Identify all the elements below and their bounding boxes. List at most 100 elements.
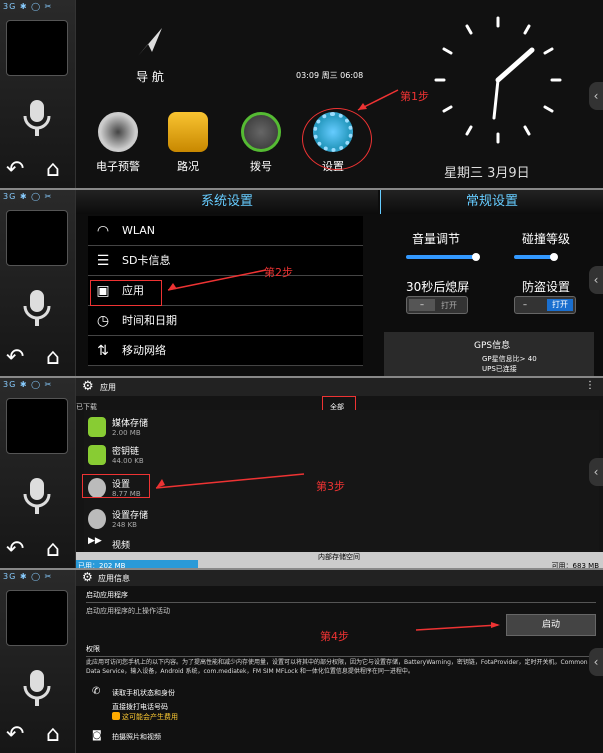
app-row[interactable]: 密钥链 44.00 KB bbox=[84, 438, 599, 472]
step4-label: 第4步 bbox=[320, 630, 349, 643]
gps-title: GPS信息 bbox=[474, 341, 511, 351]
step1-arrow bbox=[357, 89, 399, 111]
toggle-text: 打开 bbox=[441, 301, 457, 310]
step-highlight-circle bbox=[302, 108, 372, 170]
step2-arrow bbox=[167, 269, 267, 291]
system-settings-title: 系统设置 bbox=[76, 190, 378, 214]
mic-icon[interactable] bbox=[20, 288, 54, 328]
navigation-label: 导 航 bbox=[136, 70, 164, 84]
home-icon[interactable]: ⌂ bbox=[46, 537, 60, 562]
storage-free-label: 可用：683 MB bbox=[551, 562, 599, 570]
app-size: 44.00 KB bbox=[112, 457, 144, 465]
app-size: 248 KB bbox=[112, 521, 137, 529]
date-label: 星期三 3月9日 bbox=[444, 166, 530, 181]
gps-line1: GP星信息比> 40 bbox=[482, 355, 537, 363]
permission-camera: 拍摄照片和视频 bbox=[112, 733, 161, 741]
toggle-dash: – bbox=[523, 300, 527, 309]
auto-off-toggle[interactable]: – 打开 bbox=[406, 296, 468, 314]
overflow-menu-icon[interactable]: ⋮ bbox=[585, 380, 595, 391]
app-name: 密钥链 bbox=[112, 447, 140, 457]
general-settings-title: 常规设置 bbox=[380, 190, 603, 214]
data-arrows-icon: ⇅ bbox=[97, 343, 109, 359]
side-expand-button[interactable]: ‹ bbox=[589, 266, 603, 294]
slider-knob[interactable] bbox=[472, 253, 480, 261]
app-name: 设置存储 bbox=[112, 511, 149, 521]
home-icon[interactable]: ⌂ bbox=[46, 157, 60, 182]
time-text: 03:09 周三 06:08 bbox=[296, 71, 364, 80]
apps-title: 应用 bbox=[100, 383, 116, 392]
status-bar-icons: 3G ✱ ◯ ✂ bbox=[3, 572, 53, 581]
app-label: 拨号 bbox=[250, 160, 272, 173]
item-label: 移动网络 bbox=[122, 344, 166, 357]
back-icon[interactable]: ↶ bbox=[6, 345, 24, 370]
settings-item-wlan[interactable]: ◠ WLAN bbox=[88, 216, 363, 246]
back-icon[interactable]: ↶ bbox=[6, 157, 24, 182]
preview-window[interactable] bbox=[6, 590, 68, 646]
left-sidebar: 3G ✱ ◯ ✂ ↶ ⌂ bbox=[0, 570, 76, 753]
android-icon bbox=[88, 417, 106, 437]
launch-button[interactable]: 启动 bbox=[506, 614, 596, 636]
gps-line2: UPS已连接 bbox=[482, 365, 517, 373]
slider-knob[interactable] bbox=[550, 253, 558, 261]
step1-label: 第1步 bbox=[400, 90, 429, 103]
side-expand-button[interactable]: ‹ bbox=[589, 82, 603, 110]
left-sidebar: 3G ✱ ◯ ✂ ↶ ⌂ bbox=[0, 378, 76, 568]
back-icon[interactable]: ↶ bbox=[6, 537, 24, 562]
back-icon[interactable]: ↶ bbox=[6, 722, 24, 747]
volume-label: 音量调节 bbox=[412, 232, 461, 246]
warning-icon bbox=[112, 712, 120, 720]
app-electronic-warning[interactable]: 电子预警 bbox=[88, 112, 148, 174]
app-name: 视频 bbox=[112, 541, 131, 551]
mic-icon[interactable] bbox=[20, 98, 54, 138]
home-icon[interactable]: ⌂ bbox=[46, 722, 60, 747]
permission-phone-state: 读取手机状态和身份 bbox=[112, 689, 175, 697]
anti-theft-label: 防盗设置 bbox=[522, 280, 571, 294]
status-bar-icons: 3G ✱ ◯ ✂ bbox=[3, 2, 53, 11]
launch-description: 启动应用程序的上操作活动 bbox=[86, 607, 170, 615]
system-settings-panel: 3G ✱ ◯ ✂ ↶ ⌂ 系统设置 常规设置 ◠ WLAN ☰ SD卡信息 ▣ 应用 … bbox=[0, 190, 603, 378]
preview-window[interactable] bbox=[6, 398, 68, 454]
storage-used-label: 已用：202 MB bbox=[78, 562, 126, 570]
apps-header: ⚙ 应用 ⋮ bbox=[76, 378, 603, 396]
mic-icon[interactable] bbox=[20, 668, 54, 708]
permission-call: 直接拨打电话号码 bbox=[112, 703, 168, 711]
collision-slider[interactable] bbox=[514, 253, 558, 261]
mic-icon[interactable] bbox=[20, 476, 54, 516]
app-row[interactable]: ▶▶ 视频 bbox=[84, 534, 599, 552]
settings-item-datetime[interactable]: ◷ 时间和日期 bbox=[88, 306, 363, 336]
app-info-panel: 3G ✱ ◯ ✂ ↶ ⌂ ⚙ 应用信息 启动应用程序 启动应用程序的上操作活动 … bbox=[0, 570, 603, 753]
android-icon bbox=[88, 445, 106, 465]
settings-item-mobile-network[interactable]: ⇅ 移动网络 bbox=[88, 336, 363, 366]
video-icon: ▶▶ bbox=[88, 536, 102, 546]
permission-cost-warning: 这可能会产生费用 bbox=[122, 713, 178, 721]
toggle-off-knob: – bbox=[409, 299, 435, 311]
app-label: 路况 bbox=[177, 160, 199, 173]
apps-list-panel: 3G ✱ ◯ ✂ ↶ ⌂ ⚙ 应用 ⋮ 已下载 全部 媒体存储 2.00 MB 密… bbox=[0, 378, 603, 570]
side-expand-button[interactable]: ‹ bbox=[589, 458, 603, 486]
volume-slider[interactable] bbox=[406, 253, 480, 261]
app-name: 媒体存储 bbox=[112, 419, 149, 429]
app-label: 电子预警 bbox=[96, 160, 140, 173]
preview-window[interactable] bbox=[6, 20, 68, 76]
gear-icon bbox=[88, 509, 106, 529]
preview-window[interactable] bbox=[6, 210, 68, 266]
left-sidebar: 3G ✱ ◯ ✂ ↶ ⌂ bbox=[0, 0, 76, 188]
status-bar-icons: 3G ✱ ◯ ✂ bbox=[3, 380, 53, 389]
phone-icon: ✆ bbox=[92, 686, 101, 697]
step3-arrow bbox=[155, 473, 305, 489]
app-dialer[interactable]: 拨号 bbox=[231, 112, 291, 174]
side-expand-button[interactable]: ‹ bbox=[589, 648, 603, 676]
wifi-icon: ◠ bbox=[96, 223, 110, 239]
step4-arrow bbox=[415, 622, 500, 631]
storage-mid-label: 内部存储空间 bbox=[318, 553, 360, 561]
app-traffic[interactable]: 路况 bbox=[158, 112, 218, 174]
navigation-button[interactable]: 导 航 bbox=[120, 22, 180, 85]
car-icon bbox=[168, 112, 208, 152]
apps-highlight-box bbox=[90, 280, 162, 306]
anti-theft-toggle[interactable]: – 打开 bbox=[514, 296, 576, 314]
home-icon[interactable]: ⌂ bbox=[46, 345, 60, 370]
app-info-title: 应用信息 bbox=[98, 574, 130, 583]
settings-highlight-box bbox=[82, 474, 150, 498]
app-row[interactable]: 设置存储 248 KB bbox=[84, 502, 599, 536]
gear-icon: ⚙ bbox=[82, 379, 94, 394]
